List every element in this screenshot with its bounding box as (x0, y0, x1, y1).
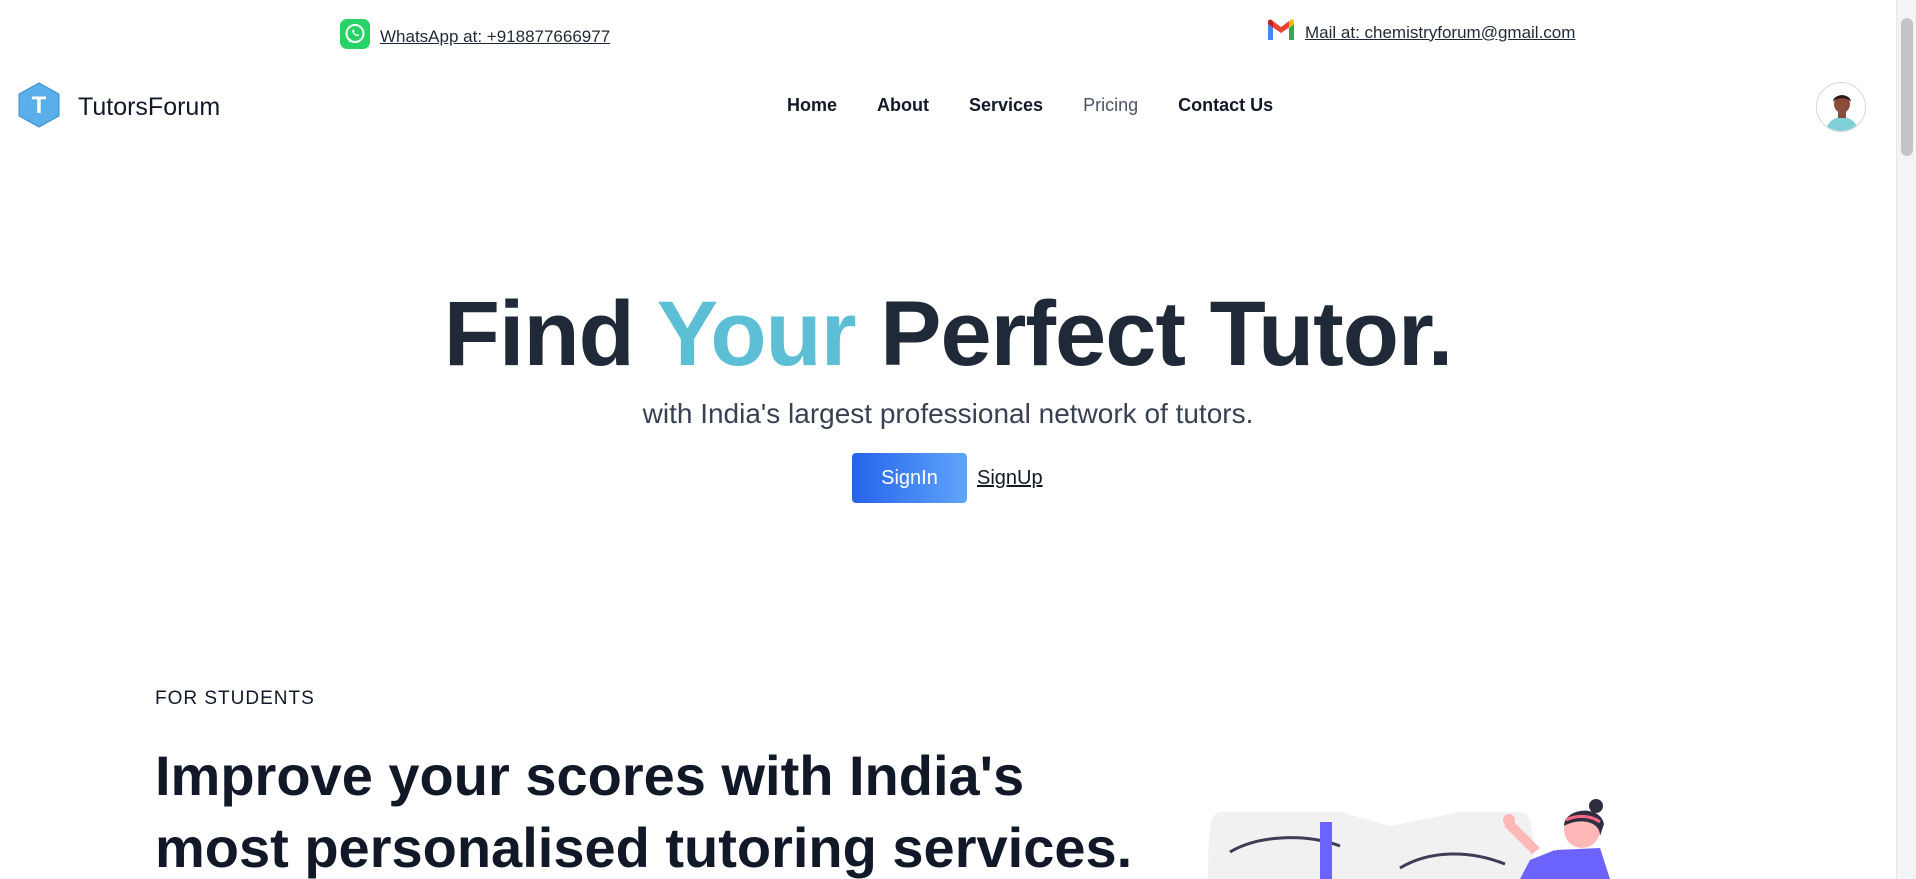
logo-icon: T (18, 82, 60, 133)
user-avatar[interactable] (1816, 82, 1866, 132)
hero-title-part2: Perfect Tutor. (855, 283, 1453, 385)
signin-button[interactable]: SignIn (852, 453, 967, 503)
page: WhatsApp at: +918877666977 Mail at: chem… (0, 0, 1916, 879)
hero-title-accent: Your (656, 283, 857, 385)
scrollbar-thumb[interactable] (1901, 18, 1913, 156)
hero-title: Find Your Perfect Tutor. (0, 282, 1896, 387)
nav-home[interactable]: Home (787, 95, 837, 116)
logo-letter: T (32, 92, 47, 119)
illustration-graphic (1208, 799, 1610, 879)
nav-about[interactable]: About (877, 95, 929, 116)
contact-bar: WhatsApp at: +918877666977 Mail at: chem… (0, 0, 1896, 70)
navbar: T TutorsForum Home About Services Pricin… (0, 78, 1896, 136)
brand[interactable]: T TutorsForum (18, 82, 220, 133)
section-heading: Improve your scores with India's most pe… (155, 744, 1133, 879)
page-scrollbar[interactable] (1896, 0, 1916, 879)
avatar-icon (1817, 83, 1865, 131)
whatsapp-link[interactable]: WhatsApp at: +918877666977 (380, 27, 610, 47)
nav-services[interactable]: Services (969, 95, 1043, 116)
nav-pricing[interactable]: Pricing (1083, 95, 1138, 116)
mail-contact: Mail at: chemistryforum@gmail.com (1267, 19, 1575, 46)
whatsapp-contact: WhatsApp at: +918877666977 (340, 19, 610, 54)
mail-link[interactable]: Mail at: chemistryforum@gmail.com (1305, 23, 1575, 43)
nav-contact-us[interactable]: Contact Us (1178, 95, 1273, 116)
hero-title-part1: Find (443, 283, 657, 385)
tutoring-illustration (1160, 790, 1680, 879)
whatsapp-icon (340, 19, 370, 54)
section-eyebrow: FOR STUDENTS (155, 688, 315, 709)
hero-subtitle: with India's largest professional networ… (642, 398, 1254, 429)
brand-name: TutorsForum (78, 93, 221, 121)
signup-link[interactable]: SignUp (977, 467, 1043, 490)
auth-actions: SignIn SignUp (852, 453, 1043, 503)
main-menu: Home About Services Pricing Contact Us (787, 95, 1273, 116)
gmail-icon (1267, 19, 1295, 46)
